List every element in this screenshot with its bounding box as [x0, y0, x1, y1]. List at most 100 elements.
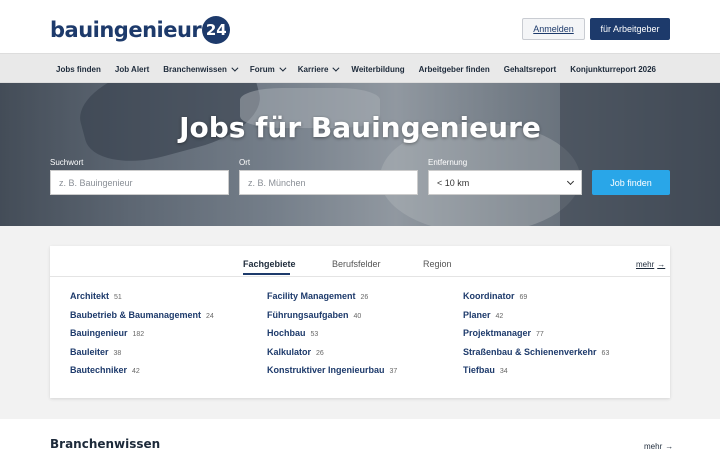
- nav-item-forum[interactable]: Forum: [249, 64, 287, 74]
- category-label: Bauingenieur: [70, 328, 128, 338]
- logo-text: bauingenieur: [50, 18, 202, 42]
- nav-item-label: Konjunkturreport 2026: [570, 64, 656, 74]
- search-label: Suchwort: [50, 158, 84, 167]
- nav-item-arbeitgeber-finden[interactable]: Arbeitgeber finden: [419, 65, 490, 74]
- distance-label: Entfernung: [428, 158, 468, 167]
- nav-item-label: Karriere: [297, 64, 329, 74]
- category-count: 26: [360, 294, 369, 301]
- tab-berufsfelder[interactable]: Berufsfelder: [332, 259, 381, 269]
- more-label: mehr: [636, 260, 655, 269]
- category-count: 42: [132, 368, 140, 375]
- category-count: 40: [353, 312, 362, 320]
- nav-item-gehaltsreport[interactable]: Gehaltsreport: [504, 65, 556, 74]
- category-column: Facility Management 26 Führungsaufgaben 40 H…: [267, 291, 397, 384]
- nav-item-label: Branchenwissen: [163, 64, 227, 74]
- tab-region[interactable]: Region: [423, 259, 452, 269]
- category-label: Koordinator: [463, 291, 515, 301]
- hero-overlay: [0, 83, 720, 226]
- chevron-down-icon: [566, 177, 575, 186]
- nav-item-label: Forum: [249, 64, 275, 74]
- category-link[interactable]: Führungsaufgaben 40: [267, 310, 397, 329]
- category-link[interactable]: Konstruktiver Ingenieurbau 37: [267, 365, 397, 384]
- category-label: Konstruktiver Ingenieurbau: [267, 365, 385, 375]
- category-count: 53: [310, 331, 319, 338]
- category-link[interactable]: Straßenbau & Schienenverkehr 63: [463, 347, 609, 366]
- category-tabs: Fachgebiete Berufsfelder Region mehr →: [50, 246, 670, 277]
- nav-item-konjunkturreport-2026[interactable]: Konjunkturreport 2026: [570, 65, 656, 74]
- category-link[interactable]: Bauleiter 38: [70, 347, 214, 366]
- category-link[interactable]: Baubetrieb & Baumanagement 24: [70, 310, 214, 329]
- category-count: 63: [601, 349, 610, 357]
- category-label: Planer: [463, 309, 491, 320]
- main-nav: Jobs finden Job Alert Branchenwissen Forum K…: [0, 53, 720, 83]
- category-link[interactable]: Facility Management 26: [267, 291, 397, 310]
- nav-item-weiterbildung[interactable]: Weiterbildung: [351, 65, 404, 74]
- tab-fachgebiete[interactable]: Fachgebiete: [243, 259, 296, 269]
- category-column: Architekt 51 Baubetrieb & Baumanagement 24 B…: [70, 291, 214, 384]
- search-input[interactable]: z. B. Bauingenieur: [50, 170, 229, 195]
- site-logo[interactable]: bauingenieur 24: [50, 16, 231, 44]
- category-link[interactable]: Projektmanager 77: [463, 328, 609, 347]
- more-link[interactable]: mehr →: [636, 260, 665, 269]
- category-count: 182: [132, 331, 145, 338]
- category-label: Führungsaufgaben: [267, 309, 349, 320]
- category-card: Fachgebiete Berufsfelder Region mehr → A…: [50, 246, 670, 398]
- nav-item-jobs-finden[interactable]: Jobs finden: [56, 65, 101, 74]
- site-header: bauingenieur 24 Anmelden für Arbeitgeber: [0, 0, 720, 53]
- category-link[interactable]: Koordinator 69: [463, 291, 609, 310]
- more-label: mehr: [644, 442, 663, 450]
- logo-badge: 24: [202, 16, 231, 44]
- category-link[interactable]: Bauingenieur 182: [70, 328, 214, 347]
- category-count: 77: [536, 331, 544, 338]
- category-link[interactable]: Kalkulator 26: [267, 347, 397, 366]
- hero-section: Jobs für Bauingenieure Suchwort z. B. Ba…: [0, 83, 720, 226]
- category-label: Tiefbau: [463, 365, 495, 375]
- category-label: Bauleiter: [70, 346, 109, 357]
- nav-item-label: Jobs finden: [56, 64, 101, 74]
- arrow-right-icon: →: [657, 260, 666, 269]
- section-more-link[interactable]: mehr →: [644, 442, 673, 450]
- location-input[interactable]: z. B. München: [239, 170, 418, 195]
- category-count: 51: [114, 294, 122, 301]
- category-link[interactable]: Planer 42: [463, 310, 609, 329]
- nav-item-branchenwissen[interactable]: Branchenwissen: [163, 64, 239, 74]
- category-count: 37: [389, 368, 398, 375]
- chevron-down-icon: [231, 64, 239, 72]
- category-label: Bautechniker: [70, 365, 128, 375]
- distance-value: < 10 km: [437, 177, 470, 188]
- category-label: Architekt: [70, 291, 110, 301]
- location-label: Ort: [239, 158, 251, 167]
- category-count: 38: [113, 349, 122, 357]
- category-label: Hochbau: [267, 328, 306, 338]
- nav-item-label: Job Alert: [114, 64, 150, 74]
- category-label: Baubetrieb & Baumanagement: [70, 309, 202, 320]
- chevron-down-icon: [279, 64, 287, 72]
- job-search-button[interactable]: Job finden: [592, 170, 670, 195]
- arrow-right-icon: →: [665, 442, 674, 450]
- category-count: 24: [206, 312, 214, 320]
- nav-item-label: Weiterbildung: [351, 64, 405, 74]
- nav-item-label: Arbeitgeber finden: [418, 64, 490, 74]
- category-link[interactable]: Tiefbau 34: [463, 365, 609, 384]
- distance-select[interactable]: < 10 km: [428, 170, 582, 195]
- category-count: 42: [495, 312, 504, 320]
- employer-button[interactable]: für Arbeitgeber: [590, 18, 670, 40]
- nav-item-label: Gehaltsreport: [503, 64, 557, 74]
- chevron-down-icon: [332, 64, 340, 72]
- category-label: Projektmanager: [463, 328, 532, 338]
- nav-item-job-alert[interactable]: Job Alert: [115, 65, 149, 74]
- category-count: 26: [316, 349, 324, 357]
- active-tab-indicator: [243, 273, 290, 275]
- login-button[interactable]: Anmelden: [522, 18, 585, 40]
- category-label: Facility Management: [267, 291, 356, 301]
- hero-title: Jobs für Bauingenieure: [179, 111, 541, 144]
- nav-item-karriere[interactable]: Karriere: [297, 64, 340, 74]
- section-title: Branchenwissen: [50, 437, 161, 450]
- category-link[interactable]: Hochbau 53: [267, 328, 397, 347]
- category-label: Straßenbau & Schienenverkehr: [463, 346, 597, 357]
- branchenwissen-section: Branchenwissen mehr →: [0, 419, 720, 450]
- category-link[interactable]: Bautechniker 42: [70, 365, 214, 384]
- category-link[interactable]: Architekt 51: [70, 291, 214, 310]
- category-column: Koordinator 69 Planer 42 Projektmanager 77 Str…: [463, 291, 609, 384]
- category-count: 34: [499, 368, 508, 375]
